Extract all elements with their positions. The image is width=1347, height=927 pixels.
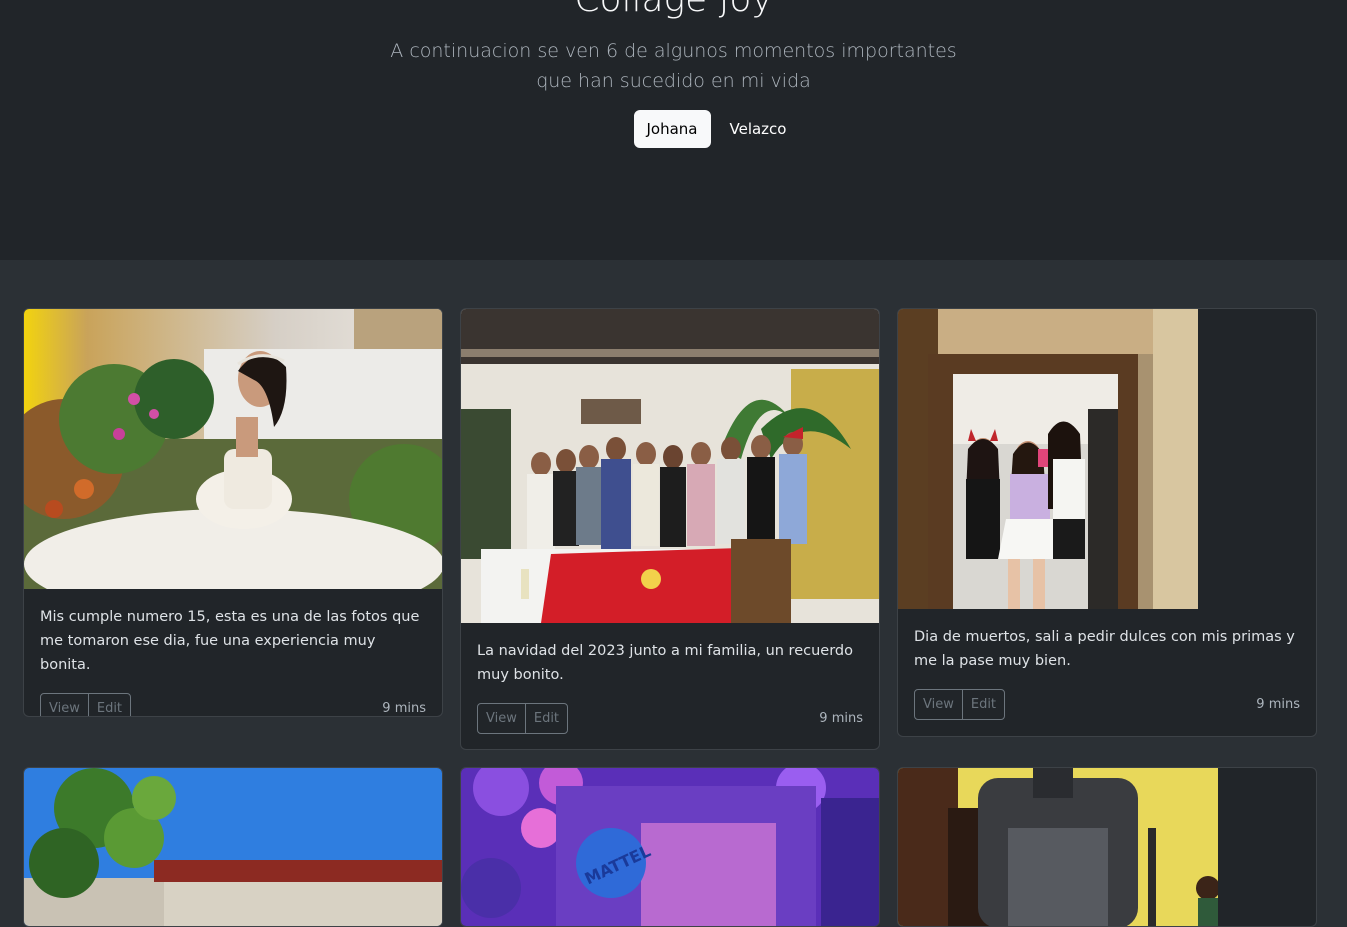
card-time: 9 mins bbox=[1256, 697, 1300, 712]
card-footer: View Edit 9 mins bbox=[40, 693, 426, 716]
johana-button[interactable]: Johana bbox=[633, 110, 711, 148]
card-body: Dia de muertos, sali a pedir dulces con … bbox=[898, 609, 1316, 736]
view-button[interactable]: View bbox=[40, 693, 89, 716]
card-button-group: View Edit bbox=[40, 693, 132, 716]
card-photo-dia-de-muertos bbox=[898, 309, 1198, 609]
album-card bbox=[23, 767, 443, 927]
card-photo-party: MATTEL bbox=[461, 768, 879, 926]
hero-section: Collage Joy A continuacion se ven 6 de a… bbox=[0, 0, 1347, 260]
album-card: MATTEL bbox=[460, 767, 880, 927]
edit-button[interactable]: Edit bbox=[961, 689, 1006, 720]
card-text: La navidad del 2023 junto a mi familia, … bbox=[477, 643, 853, 683]
card-photo-quinceanera bbox=[24, 309, 442, 589]
card-text: Mis cumple numero 15, esta es una de las… bbox=[40, 609, 420, 673]
card-footer: View Edit 9 mins bbox=[914, 689, 1300, 720]
album-card: Mis cumple numero 15, esta es una de las… bbox=[23, 308, 443, 717]
album-card: La navidad del 2023 junto a mi familia, … bbox=[460, 308, 880, 750]
edit-button[interactable]: Edit bbox=[87, 693, 132, 716]
hero-buttons: Johana Velazco bbox=[0, 110, 1347, 148]
card-time: 9 mins bbox=[382, 701, 426, 716]
card-text: Dia de muertos, sali a pedir dulces con … bbox=[914, 629, 1295, 669]
album-card bbox=[897, 767, 1317, 927]
card-body: Mis cumple numero 15, esta es una de las… bbox=[24, 589, 442, 716]
card-photo-sky-house bbox=[24, 768, 442, 926]
card-body: La navidad del 2023 junto a mi familia, … bbox=[461, 623, 879, 749]
card-photo-gym bbox=[898, 768, 1218, 926]
card-button-group: View Edit bbox=[914, 689, 1006, 720]
view-button[interactable]: View bbox=[914, 689, 963, 720]
album-card: Dia de muertos, sali a pedir dulces con … bbox=[897, 308, 1317, 737]
card-footer: View Edit 9 mins bbox=[477, 703, 863, 734]
page-title: Collage Joy bbox=[0, 0, 1347, 22]
hero-lead: A continuacion se ven 6 de algunos momen… bbox=[390, 40, 957, 92]
velazco-button[interactable]: Velazco bbox=[717, 110, 800, 148]
edit-button[interactable]: Edit bbox=[524, 703, 569, 734]
card-photo-navidad bbox=[461, 309, 879, 623]
view-button[interactable]: View bbox=[477, 703, 526, 734]
card-button-group: View Edit bbox=[477, 703, 569, 734]
card-time: 9 mins bbox=[819, 711, 863, 726]
